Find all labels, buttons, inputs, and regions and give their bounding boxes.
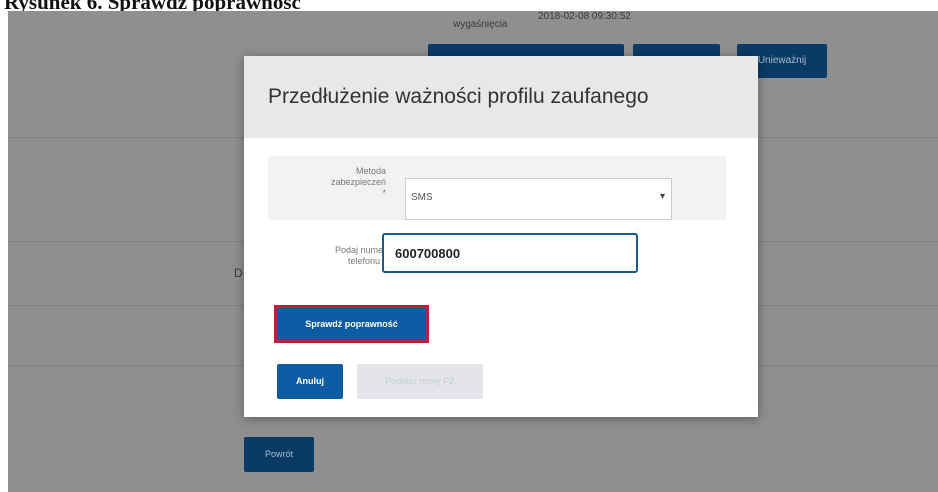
security-method-label-line: * [382,188,386,198]
security-method-value: SMS [411,192,433,203]
phone-label: Podaj numer telefonu * [268,245,386,267]
back-button[interactable]: Powrót [244,437,314,472]
phone-label-line: Podaj numer [334,245,386,255]
chevron-down-icon: ▾ [659,191,665,202]
dialog-title: Przedłużenie ważności profilu zaufanego [268,85,649,108]
sign-new-profile-button[interactable]: Podpisz nowy PZ [357,364,483,399]
phone-number-input[interactable] [382,233,638,273]
verify-button[interactable]: Sprawdź poprawność [274,305,429,343]
screenshot-area: wygaśnięcia 2018-02-08 09:30:52 Unieważn… [8,11,938,492]
security-method-row: Metoda zabezpieczeń * SMS ▾ [268,156,726,220]
expiry-label: wygaśnięcia [453,19,508,30]
expiry-value: 2018-02-08 09:30:52 [538,11,631,22]
security-method-label: Metoda zabezpieczeń * [268,166,386,199]
security-method-label-line: zabezpieczeń [330,177,386,187]
background-partial-letter: D [234,266,243,280]
security-method-select[interactable]: SMS ▾ [405,178,672,220]
phone-label-line: telefonu * [347,256,386,266]
dialog-header: Przedłużenie ważności profilu zaufanego [244,56,758,138]
security-method-label-line: Metoda [355,166,386,176]
cancel-button[interactable]: Anuluj [277,364,343,399]
